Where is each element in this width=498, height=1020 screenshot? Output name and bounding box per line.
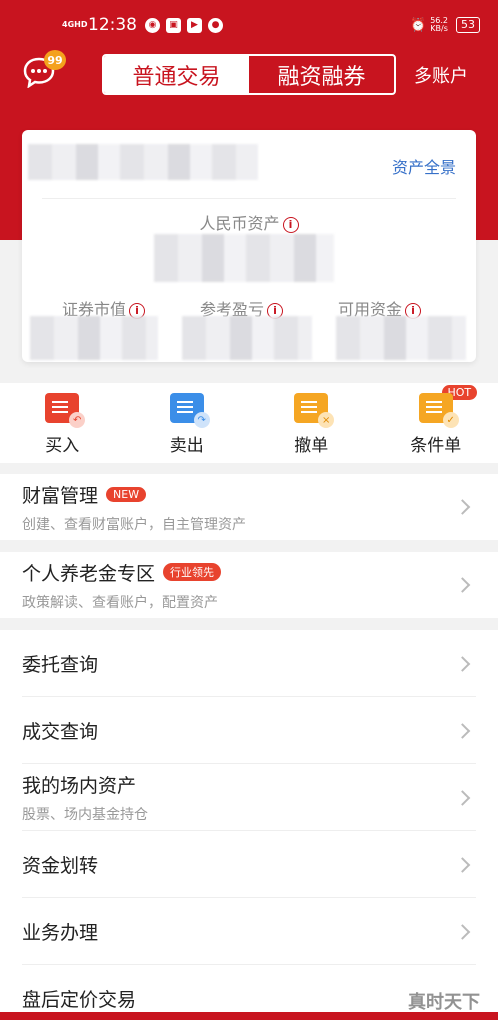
condition-order-icon: ✓ — [418, 393, 459, 428]
battery-indicator: 53 — [456, 17, 480, 33]
info-icon[interactable]: i — [282, 216, 299, 233]
new-badge: NEW — [106, 486, 147, 502]
menu-deal-query[interactable]: 成交查询 — [0, 697, 498, 764]
cancel-order-button[interactable]: × 撤单 — [249, 383, 374, 463]
tab-margin-trading[interactable]: 融资融券 — [249, 56, 394, 93]
chat-notification-icon: ● — [208, 17, 223, 33]
sell-button[interactable]: ↷ 卖出 — [125, 383, 250, 463]
cancel-order-icon: × — [294, 393, 335, 428]
video-notification-icon: ▶ — [187, 17, 202, 33]
profit-loss-masked — [182, 316, 312, 360]
menu-fund-transfer[interactable]: 资金划转 — [0, 831, 498, 898]
menu-personal-pension[interactable]: 个人养老金专区 行业领先 政策解读、查看账户，配置资产 — [0, 552, 498, 618]
quick-actions: ↶ 买入 ↷ 卖出 × 撤单 HOT ✓ 条件单 — [0, 383, 498, 463]
bottom-bar-edge — [0, 1012, 498, 1020]
app-notification-icon: ▣ — [166, 17, 181, 33]
card-divider — [42, 198, 456, 199]
status-time: 12:38 — [88, 15, 137, 35]
menu-order-query[interactable]: 委托查询 — [0, 630, 498, 697]
wealth-section: 财富管理 NEW 创建、查看财富账户，自主管理资产 — [0, 474, 498, 540]
trade-menu-list: 委托查询 成交查询 我的场内资产 股票、场内基金持仓 资金划转 业务办理 盘后定… — [0, 630, 498, 1012]
network-speed: 56.2 KB/s — [430, 16, 448, 33]
alarm-icon: ⏰ — [410, 17, 427, 33]
market-value-masked — [30, 316, 158, 360]
watermark: 真时天下 — [408, 992, 480, 1013]
sell-icon: ↷ — [169, 393, 210, 428]
status-bar: 4GHD 12:38 ◉ ▣ ▶ ● ⏰ 56.2 KB/s 53 — [0, 0, 498, 50]
top-header: 99 普通交易 融资融券 多账户 — [0, 50, 498, 100]
menu-business-handling[interactable]: 业务办理 — [0, 898, 498, 965]
menu-wealth-management[interactable]: 财富管理 NEW 创建、查看财富账户，自主管理资产 — [0, 474, 498, 540]
tab-normal-trading[interactable]: 普通交易 — [104, 56, 249, 93]
buy-icon: ↶ — [45, 393, 86, 428]
multi-account-button[interactable]: 多账户 — [414, 62, 468, 88]
asset-overview-link[interactable]: 资产全景 — [392, 154, 456, 178]
industry-leading-badge: 行业领先 — [163, 563, 222, 581]
network-indicator: 4GHD — [62, 20, 88, 29]
condition-order-button[interactable]: HOT ✓ 条件单 — [374, 383, 498, 463]
notification-icon: ◉ — [145, 17, 160, 33]
menu-my-onsite-assets[interactable]: 我的场内资产 股票、场内基金持仓 — [0, 764, 498, 831]
message-badge: 99 — [44, 50, 66, 70]
available-funds-masked — [336, 316, 466, 360]
account-name-masked — [28, 144, 258, 180]
rmb-assets-label: 人民币资产 i — [22, 210, 476, 234]
pension-section: 个人养老金专区 行业领先 政策解读、查看账户，配置资产 — [0, 552, 498, 618]
trade-mode-tabs: 普通交易 融资融券 — [102, 54, 396, 95]
buy-button[interactable]: ↶ 买入 — [0, 383, 125, 463]
asset-card: 资产全景 人民币资产 i 证券市值 i 参考盈亏 i 可用资金 i — [22, 130, 476, 362]
rmb-assets-value-masked — [154, 234, 334, 282]
